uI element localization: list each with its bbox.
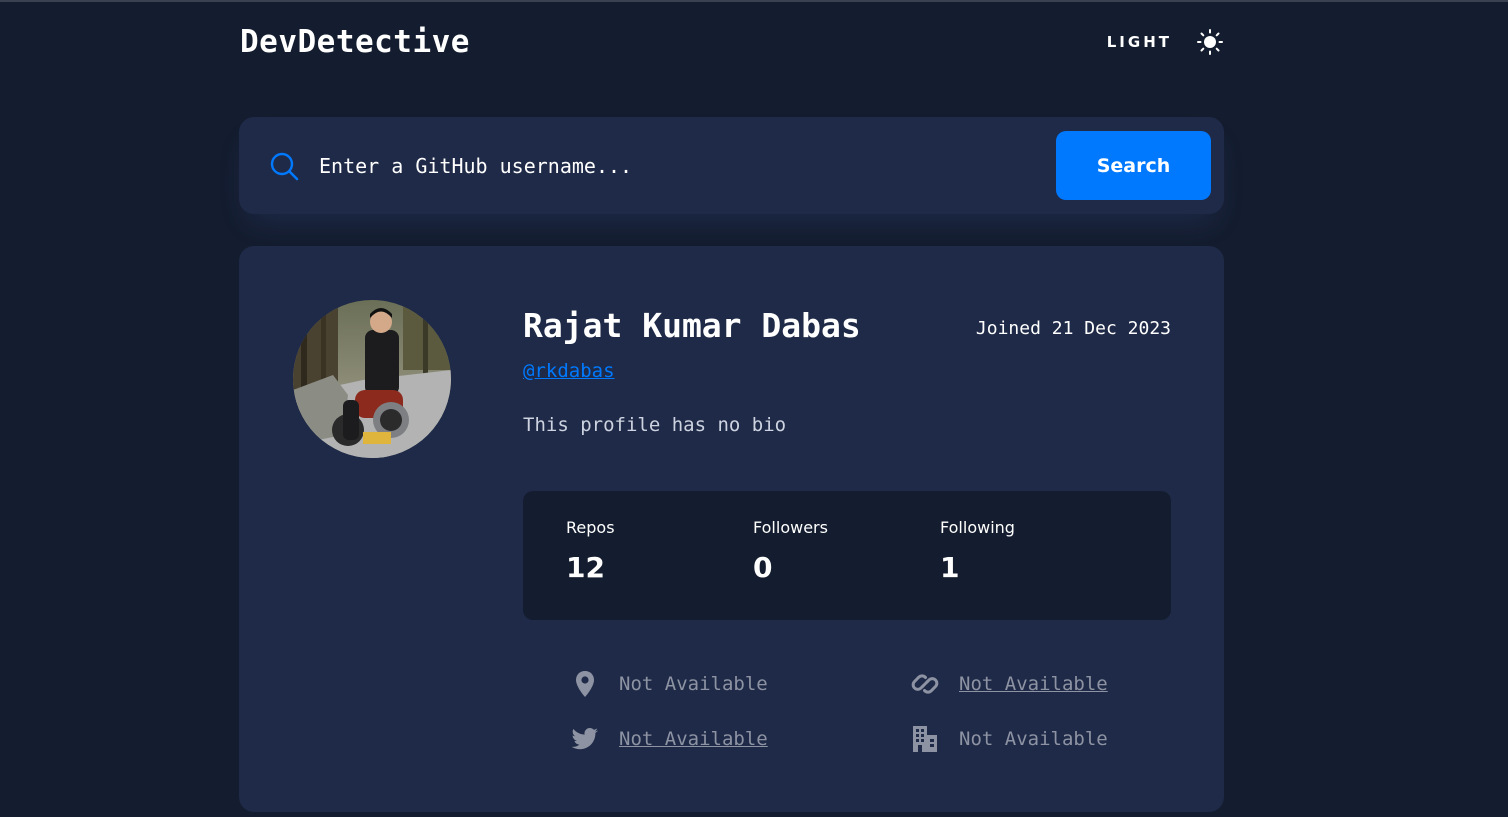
location-text: Not Available [619, 673, 768, 695]
profile-card: Rajat Kumar Dabas Joined 21 Dec 2023 @rk… [239, 246, 1224, 812]
stat-followers-label: Followers [753, 518, 828, 537]
app-logo: DevDetective [240, 24, 470, 60]
profile-name: Rajat Kumar Dabas [523, 306, 861, 345]
app-container: DevDetective LIGHT Enter a GitHub userna… [239, 0, 1224, 817]
theme-toggle[interactable]: LIGHT [1107, 24, 1224, 60]
stats-panel: Repos 12 Followers 0 Following 1 [523, 491, 1171, 620]
avatar-photo [293, 300, 451, 458]
search-bar: Search [239, 117, 1224, 214]
blog-item: Not Available [911, 670, 1108, 698]
blog-link[interactable]: Not Available [959, 673, 1108, 695]
stat-repos-label: Repos [566, 518, 615, 537]
profile-username-link[interactable]: @rkdabas [523, 360, 615, 382]
stat-repos: Repos 12 [566, 518, 615, 584]
building-icon [913, 726, 937, 752]
twitter-item: Not Available [571, 725, 768, 753]
search-input[interactable] [319, 145, 1039, 187]
twitter-link[interactable]: Not Available [619, 728, 768, 750]
sun-icon [1197, 29, 1223, 55]
stat-followers: Followers 0 [753, 518, 828, 584]
company-item: Not Available [911, 725, 1108, 753]
search-button[interactable]: Search [1056, 131, 1211, 200]
stat-following: Following 1 [940, 518, 1015, 584]
search-icon [270, 152, 299, 181]
stat-following-value: 1 [940, 551, 960, 584]
company-text: Not Available [959, 728, 1108, 750]
link-icon [911, 674, 939, 694]
stat-followers-value: 0 [753, 551, 773, 584]
twitter-bird-icon [571, 728, 598, 750]
theme-toggle-label: LIGHT [1106, 33, 1172, 51]
profile-bio: This profile has no bio [523, 414, 787, 436]
stat-repos-value: 12 [566, 551, 605, 584]
location-item: Not Available [571, 670, 768, 698]
stat-following-label: Following [940, 518, 1015, 537]
avatar [293, 300, 451, 458]
joined-date: Joined 21 Dec 2023 [975, 318, 1171, 339]
header: DevDetective LIGHT [239, 22, 1224, 66]
location-pin-icon [576, 671, 594, 697]
